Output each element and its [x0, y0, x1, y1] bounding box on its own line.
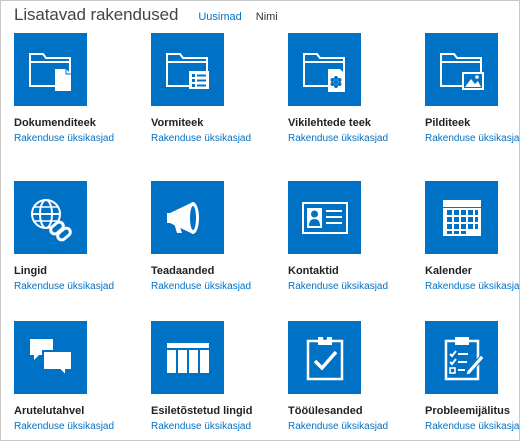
app-name: Dokumenditeek [14, 117, 96, 129]
issue-tracking-icon [444, 336, 485, 380]
wiki-library-icon [302, 52, 345, 92]
app-tile-icon-box[interactable] [151, 181, 224, 254]
app-name: Tööülesanded [288, 405, 363, 417]
app-tile[interactable]: Kontaktid Rakenduse üksikasjad [288, 181, 425, 292]
app-name: Arutelutahvel [14, 405, 85, 417]
panel-header: Lisatavad rakendused Uusimad Nimi [14, 5, 292, 25]
app-tile[interactable]: Arutelutahvel Rakenduse üksikasjad [14, 321, 151, 432]
app-tile[interactable]: Tööülesanded Rakenduse üksikasjad [288, 321, 425, 432]
contacts-icon [301, 201, 348, 234]
app-tile-icon-box[interactable] [14, 181, 87, 254]
app-tile[interactable]: Vormiteek Rakenduse üksikasjad [151, 33, 288, 144]
sort-newest[interactable]: Uusimad [198, 11, 241, 23]
app-name: Vikilehtede teek [288, 117, 371, 129]
picture-library-icon [439, 52, 484, 90]
app-details-link[interactable]: Rakenduse üksikasjad [151, 421, 288, 432]
app-details-link[interactable]: Rakenduse üksikasjad [425, 421, 520, 432]
app-name: Teadaanded [151, 265, 215, 277]
app-tile-icon-box[interactable] [288, 321, 361, 394]
app-tile-icon-box[interactable] [14, 33, 87, 106]
app-tile[interactable]: Probleemijälitus Rakenduse üksikasjad [425, 321, 520, 432]
app-tile[interactable]: Pilditeek Rakenduse üksikasjad [425, 33, 520, 144]
tasks-icon [306, 335, 343, 380]
app-details-link[interactable]: Rakenduse üksikasjad [14, 133, 151, 144]
calendar-icon [442, 199, 481, 236]
app-details-link[interactable]: Rakenduse üksikasjad [288, 421, 425, 432]
app-details-link[interactable]: Rakenduse üksikasjad [425, 281, 520, 292]
app-name: Kalender [425, 265, 473, 277]
app-tile-icon-box[interactable] [288, 33, 361, 106]
app-name: Lingid [14, 265, 47, 277]
app-tile[interactable]: Vikilehtede teek Rakenduse üksikasjad [288, 33, 425, 144]
apps-panel: Lisatavad rakendused Uusimad Nimi Dokume… [0, 0, 520, 441]
app-name: Probleemijälitus [425, 405, 510, 417]
app-tile[interactable]: Kalender Rakenduse üksikasjad [425, 181, 520, 292]
app-name: Kontaktid [288, 265, 339, 277]
app-tile[interactable]: Lingid Rakenduse üksikasjad [14, 181, 151, 292]
app-tile-icon-box[interactable] [425, 181, 498, 254]
app-tile[interactable]: Esiletõstetud lingid Rakenduse üksikasja… [151, 321, 288, 432]
app-details-link[interactable]: Rakenduse üksikasjad [14, 421, 151, 432]
announcements-icon [166, 201, 199, 234]
app-details-link[interactable]: Rakenduse üksikasjad [288, 133, 425, 144]
app-tile-icon-box[interactable] [425, 33, 498, 106]
promoted-links-icon [166, 342, 209, 373]
discussion-board-icon [29, 338, 73, 378]
app-tile[interactable]: Dokumenditeek Rakenduse üksikasjad [14, 33, 151, 144]
app-details-link[interactable]: Rakenduse üksikasjad [288, 281, 425, 292]
app-tile-icon-box[interactable] [151, 33, 224, 106]
app-tile-icon-box[interactable] [151, 321, 224, 394]
app-tile[interactable]: Teadaanded Rakenduse üksikasjad [151, 181, 288, 292]
sort-name[interactable]: Nimi [256, 11, 278, 23]
app-name: Vormiteek [151, 117, 204, 129]
app-name: Esiletõstetud lingid [151, 405, 253, 417]
app-tile-icon-box[interactable] [14, 321, 87, 394]
links-icon [30, 198, 72, 241]
document-library-icon [28, 52, 71, 91]
app-tile-icon-box[interactable] [288, 181, 361, 254]
form-library-icon [165, 52, 209, 89]
app-tile-icon-box[interactable] [425, 321, 498, 394]
app-details-link[interactable]: Rakenduse üksikasjad [151, 133, 288, 144]
app-details-link[interactable]: Rakenduse üksikasjad [425, 133, 520, 144]
page-title: Lisatavad rakendused [14, 5, 179, 24]
app-details-link[interactable]: Rakenduse üksikasjad [151, 281, 288, 292]
app-details-link[interactable]: Rakenduse üksikasjad [14, 281, 151, 292]
app-name: Pilditeek [425, 117, 471, 129]
